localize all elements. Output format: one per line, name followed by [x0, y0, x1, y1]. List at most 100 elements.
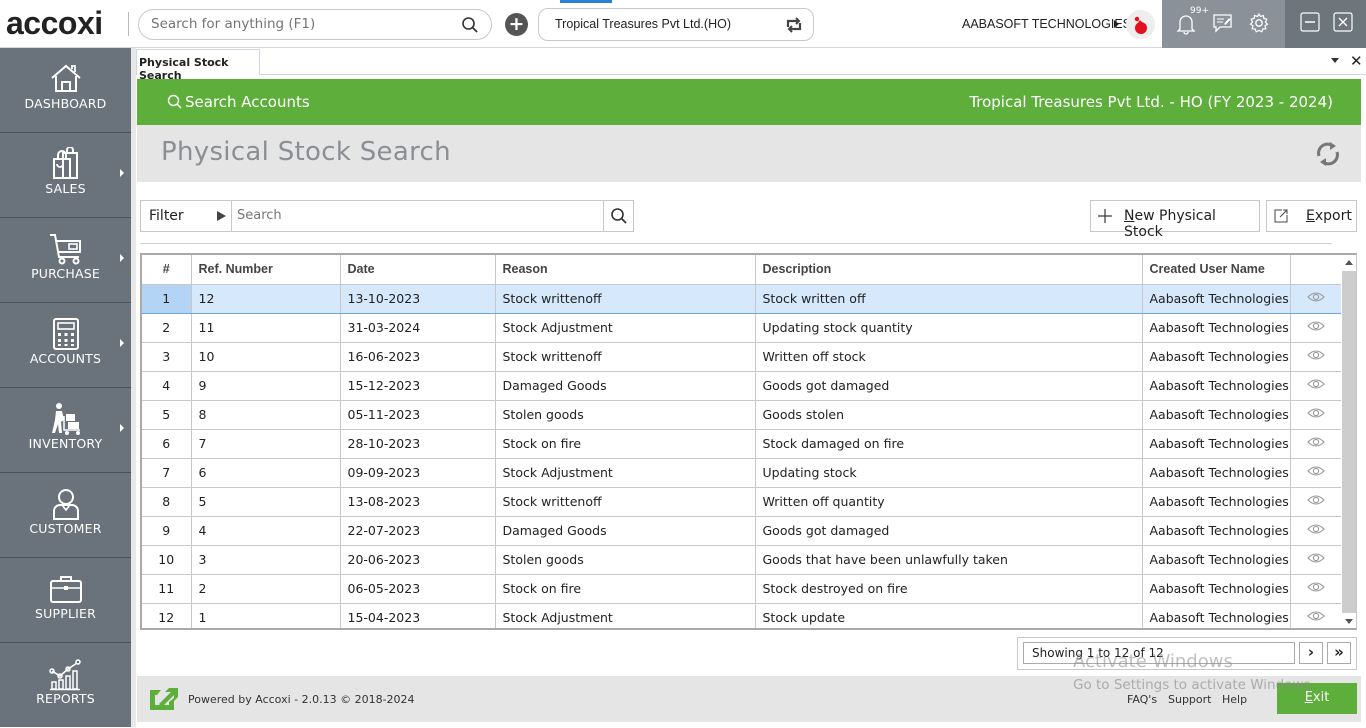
view-cell[interactable] — [1290, 516, 1342, 546]
user-avatar[interactable] — [1126, 10, 1155, 39]
search-input[interactable] — [237, 208, 597, 223]
new-physical-stock-button[interactable]: New Physical Stock — [1090, 200, 1260, 240]
eye-icon[interactable] — [1306, 610, 1325, 622]
column-header-ref-number[interactable]: Ref. Number — [191, 255, 341, 285]
worker-trolley-icon — [52, 403, 80, 435]
next-page-button[interactable]: › — [1299, 642, 1323, 664]
view-cell[interactable] — [1290, 284, 1342, 314]
view-cell[interactable] — [1290, 313, 1342, 343]
company-selector[interactable]: Tropical Treasures Pvt Ltd.(HO) — [538, 8, 814, 41]
global-search-input[interactable] — [151, 16, 451, 32]
messages-icon[interactable] — [1212, 12, 1234, 38]
eye-icon[interactable] — [1306, 494, 1325, 506]
tab-physical-stock-search[interactable]: Physical Stock Search — [136, 49, 260, 82]
column-header-index[interactable]: # — [142, 255, 192, 285]
faq-link[interactable]: FAQ's — [1127, 693, 1157, 706]
sidebar-item-supplier[interactable]: SUPPLIER — [0, 558, 131, 643]
table-row[interactable]: 3 10 16-06-2023 Stock writtenoff Written off… — [142, 342, 1342, 372]
eye-icon[interactable] — [1306, 320, 1325, 332]
add-new-button[interactable]: + — [505, 13, 528, 36]
table-row[interactable]: 12 1 15-04-2023 Stock Adjustment Stock updat… — [142, 603, 1342, 628]
cell-description: Stock destroyed on fire — [755, 574, 1143, 604]
search-icon[interactable] — [461, 16, 479, 38]
support-link[interactable]: Support — [1168, 693, 1211, 706]
cell-date: 15-12-2023 — [340, 371, 496, 401]
cell-index: 4 — [142, 371, 192, 401]
eye-icon[interactable] — [1306, 291, 1325, 303]
scroll-down-icon[interactable] — [1345, 619, 1353, 624]
tab-list-dropdown-icon[interactable] — [1331, 58, 1339, 63]
eye-icon[interactable] — [1306, 378, 1325, 390]
table-row[interactable]: 9 4 22-07-2023 Damaged Goods Goods got damag… — [142, 516, 1342, 546]
cell-reason: Stock on fire — [495, 574, 756, 604]
sidebar-item-customer[interactable]: CUSTOMER — [0, 473, 131, 558]
close-tab-icon[interactable]: ✕ — [1350, 52, 1363, 70]
cell-created-user: Aabasoft Technologies — [1142, 603, 1291, 628]
eye-icon[interactable] — [1306, 465, 1325, 477]
shopping-bag-icon — [53, 147, 78, 179]
sidebar-item-purchase[interactable]: PURCHASE — [0, 218, 131, 303]
sidebar-item-reports[interactable]: REPORTS — [0, 643, 131, 728]
filter-dropdown[interactable]: Filter — [149, 208, 184, 224]
column-header-date[interactable]: Date — [340, 255, 496, 285]
view-cell[interactable] — [1290, 545, 1342, 575]
cell-description: Stock written off — [755, 284, 1143, 314]
eye-icon[interactable] — [1306, 523, 1325, 535]
scrollbar-thumb[interactable] — [1342, 271, 1356, 613]
help-link[interactable]: Help — [1222, 693, 1247, 706]
table-row[interactable]: 2 11 31-03-2024 Stock Adjustment Updating st… — [142, 313, 1342, 343]
column-header-description[interactable]: Description — [755, 255, 1143, 285]
close-window-icon[interactable] — [1333, 12, 1353, 36]
minimize-icon[interactable] — [1300, 12, 1320, 36]
cell-index: 3 — [142, 342, 192, 372]
global-search[interactable] — [138, 9, 492, 40]
table-row[interactable]: 5 8 05-11-2023 Stolen goods Goods stolen Aaba… — [142, 400, 1342, 430]
refresh-icon[interactable] — [1313, 139, 1343, 173]
cell-created-user: Aabasoft Technologies — [1142, 458, 1291, 488]
view-cell[interactable] — [1290, 458, 1342, 488]
table-row[interactable]: 7 6 09-09-2023 Stock Adjustment Updating sto… — [142, 458, 1342, 488]
table-row[interactable]: 8 5 13-08-2023 Stock writtenoff Written off … — [142, 487, 1342, 517]
search-button-icon[interactable] — [610, 207, 628, 229]
bell-icon[interactable] — [1176, 12, 1196, 40]
submenu-caret-icon — [120, 424, 124, 432]
search-accounts-link[interactable]: Search Accounts — [167, 93, 310, 111]
sidebar-item-inventory[interactable]: INVENTORY — [0, 388, 131, 473]
sidebar-item-accounts[interactable]: ACCOUNTS — [0, 303, 131, 388]
eye-icon[interactable] — [1306, 349, 1325, 361]
eye-icon[interactable] — [1306, 552, 1325, 564]
cell-ref-number: 9 — [191, 371, 341, 401]
sidebar-item-sales[interactable]: SALES — [0, 133, 131, 218]
eye-icon[interactable] — [1306, 407, 1325, 419]
table-row[interactable]: 1 12 13-10-2023 Stock writtenoff Stock writt… — [142, 284, 1342, 314]
table-row[interactable]: 10 3 20-06-2023 Stolen goods Goods that have… — [142, 545, 1342, 575]
cell-date: 22-07-2023 — [340, 516, 496, 546]
table-row[interactable]: 6 7 28-10-2023 Stock on fire Stock damaged o… — [142, 429, 1342, 459]
filter-expand-icon[interactable] — [217, 211, 226, 221]
last-page-button[interactable]: » — [1327, 642, 1351, 664]
cell-description: Updating stock — [755, 458, 1143, 488]
app-logo[interactable]: accoxi — [6, 5, 103, 42]
scroll-up-icon[interactable] — [1345, 260, 1353, 265]
vertical-scrollbar[interactable] — [1341, 255, 1356, 628]
view-cell[interactable] — [1290, 429, 1342, 459]
column-header-reason[interactable]: Reason — [495, 255, 756, 285]
cell-ref-number: 8 — [191, 400, 341, 430]
view-cell[interactable] — [1290, 574, 1342, 604]
settings-gear-icon[interactable] — [1248, 12, 1270, 38]
eye-icon[interactable] — [1306, 581, 1325, 593]
view-cell[interactable] — [1290, 487, 1342, 517]
view-cell[interactable] — [1290, 342, 1342, 372]
view-cell[interactable] — [1290, 371, 1342, 401]
switch-company-icon[interactable] — [783, 14, 805, 40]
eye-icon[interactable] — [1306, 436, 1325, 448]
caret-right-icon[interactable] — [1114, 20, 1119, 28]
table-row[interactable]: 4 9 15-12-2023 Damaged Goods Goods got damag… — [142, 371, 1342, 401]
view-cell[interactable] — [1290, 400, 1342, 430]
table-row[interactable]: 11 2 06-05-2023 Stock on fire Stock destroye… — [142, 574, 1342, 604]
sidebar-item-dashboard[interactable]: DASHBOARD — [0, 48, 131, 133]
organization-name[interactable]: AABASOFT TECHNOLOGIES — [962, 17, 1131, 31]
export-button[interactable]: Export — [1266, 200, 1357, 232]
column-header-created-user[interactable]: Created User Name — [1142, 255, 1291, 285]
view-cell[interactable] — [1290, 603, 1342, 628]
